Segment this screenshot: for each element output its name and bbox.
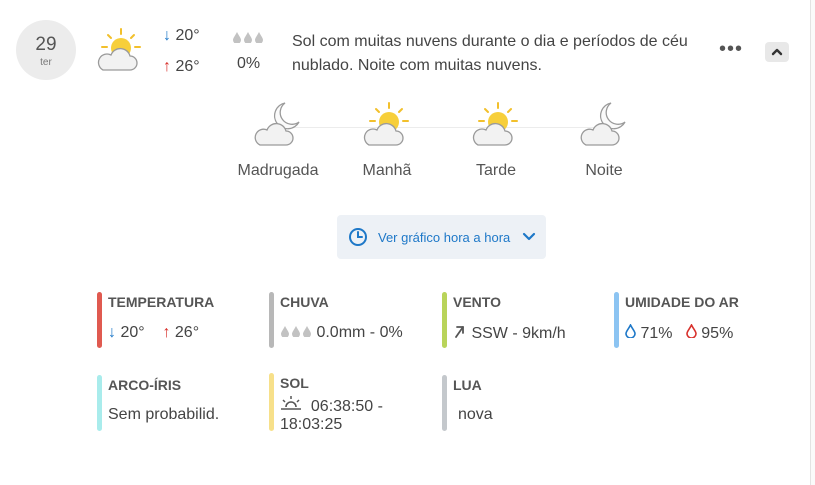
period-noite: Noite [549,100,659,180]
summary-temp-max: 26° [175,58,200,75]
stat-color-bar [97,292,102,348]
stat-sun: SOL 06:38:50 - 18:03:25 [269,373,429,433]
stat-moon: LUA nova [442,375,602,431]
period-manha: Manhã [332,100,442,180]
period-tarde: Tarde [441,100,551,180]
stat-sun-line1: 06:38:50 - [280,395,383,416]
stat-rain: CHUVA 0.0mm - 0% [269,292,429,348]
rain-drops-icon [233,32,263,43]
humidity-max-drop-icon [686,323,697,339]
stat-sun-sunrise: 06:38:50 - [310,398,383,415]
period-madrugada: Madrugada [223,100,333,180]
stat-humidity: UMIDADE DO AR 71% 95% [614,292,794,348]
period-label: Manhã [362,162,412,179]
stat-wind: VENTO SSW - 9km/h [442,292,602,348]
hourly-chart-button[interactable]: Ver gráfico hora a hora [337,215,546,259]
summary-temp-min: 20° [175,27,200,44]
partly-cloudy-sun-icon [97,28,141,71]
summary-temp-max-row: ↑ 26° [163,58,200,76]
weather-description: Sol com muitas nuvens durante o dia e pe… [292,33,688,74]
humidity-min-drop-icon [625,323,636,339]
stat-temperature-max: 26° [174,324,200,341]
stat-humidity-min: 71% [640,325,673,342]
arrow-down-icon: ↓ [163,27,171,44]
stat-color-bar [97,375,102,431]
stat-wind-values: SSW - 9km/h [453,324,566,343]
stat-rainbow: ARCO-ÍRIS Sem probabilid. [97,375,257,431]
more-options-icon[interactable]: ••• [719,39,743,59]
stat-humidity-max: 95% [701,325,734,342]
stat-color-bar [269,373,274,431]
stat-wind-value: SSW - 9km/h [471,325,566,342]
stat-title: TEMPERATURA [108,294,215,310]
stat-color-bar [442,375,447,431]
stat-temperature-min: 20° [120,324,145,341]
summary-rain-probability: 0% [237,55,261,72]
rain-drops-icon [281,326,311,338]
arrow-up-icon: ↑ [163,58,171,75]
stat-title: UMIDADE DO AR [625,294,739,310]
stat-color-bar [442,292,447,348]
stat-rain-value: 0.0mm - 0% [316,324,403,341]
day-number: 29 [35,34,57,55]
collapse-button[interactable] [765,42,789,62]
stat-humidity-values: 71% 95% [625,323,734,343]
hourly-chart-label: Ver gráfico hora a hora [378,230,511,245]
stat-moon-value: nova [458,406,493,423]
arrow-up-icon: ↑ [162,324,171,341]
stat-color-bar [614,292,619,348]
forecast-day-card: 29 ter ↓ 20° ↑ 26° 0% Sol com muitas nuv… [0,0,811,485]
summary-temp-min-row: ↓ 20° [163,27,200,45]
stat-title: VENTO [453,294,501,310]
stat-rainbow-value: Sem probabilid. [108,406,220,423]
chevron-up-icon [771,48,783,56]
stat-title: SOL [280,375,309,391]
stat-color-bar [269,292,274,348]
period-label: Noite [585,162,623,179]
chevron-down-icon [522,232,536,241]
arrow-down-icon: ↓ [108,324,116,341]
stat-sun-sunset: 18:03:25 [280,416,343,433]
stat-title: ARCO-ÍRIS [108,377,182,393]
stat-temperature-values: ↓ 20° ↑ 26° [108,324,199,342]
cloudy-night-icon [254,102,300,146]
sunrise-icon [281,396,301,410]
wind-direction-arrow-icon [455,326,464,338]
stat-temperature: TEMPERATURA ↓ 20° ↑ 26° [97,292,257,348]
stat-rain-values: 0.0mm - 0% [280,324,403,342]
clock-icon [349,228,367,246]
stat-title: LUA [453,377,482,393]
cloudy-night-icon [580,102,626,146]
stat-title: CHUVA [280,294,329,310]
day-badge: 29 ter [16,20,76,80]
partly-cloudy-sun-icon [472,102,518,146]
period-label: Tarde [475,162,517,179]
day-weekday: ter [40,57,52,68]
period-label: Madrugada [237,162,319,179]
partly-cloudy-sun-icon [363,102,409,146]
